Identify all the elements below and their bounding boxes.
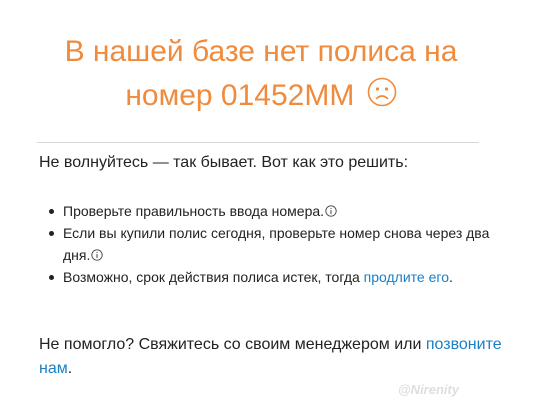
info-icon[interactable] [325, 205, 337, 217]
divider [37, 142, 479, 143]
title-line-2: номер 01452ММ [125, 79, 355, 112]
help-text-suffix: . [67, 360, 73, 377]
tip-suffix: . [448, 269, 453, 285]
list-item: Если вы купили полис сегодня, проверьте … [49, 222, 493, 266]
tip-text: Проверьте правильность ввода номера. [63, 203, 325, 219]
help-text-prefix: Не помогло? Свяжитесь со своим менеджеро… [39, 336, 422, 353]
watermark: @Nirenity [398, 382, 460, 397]
policy-not-found-page: В нашей базе нет полиса на номер 01452ММ… [0, 0, 550, 400]
tip-text: Возможно, срок действия полиса истек, то… [63, 269, 360, 285]
title-line-1: В нашей базе нет полиса на [64, 35, 458, 68]
page-title: В нашей базе нет полиса на номер 01452ММ [36, 30, 486, 118]
intro-text: Не волнуйтесь — так бывает. Вот как это … [39, 154, 409, 171]
tip-text: Если вы купили полис сегодня, проверьте … [63, 225, 490, 263]
info-icon[interactable] [91, 249, 104, 261]
list-item: Возможно, срок действия полиса истек, то… [49, 266, 493, 288]
tips-list: Проверьте правильность ввода номера. Есл… [39, 200, 493, 288]
sad-face-icon [367, 77, 396, 107]
renew-policy-link[interactable]: продлите его [364, 269, 449, 285]
help-text: Не помогло? Свяжитесь со своим менеджеро… [39, 333, 509, 381]
list-item: Проверьте правильность ввода номера. [49, 200, 493, 222]
